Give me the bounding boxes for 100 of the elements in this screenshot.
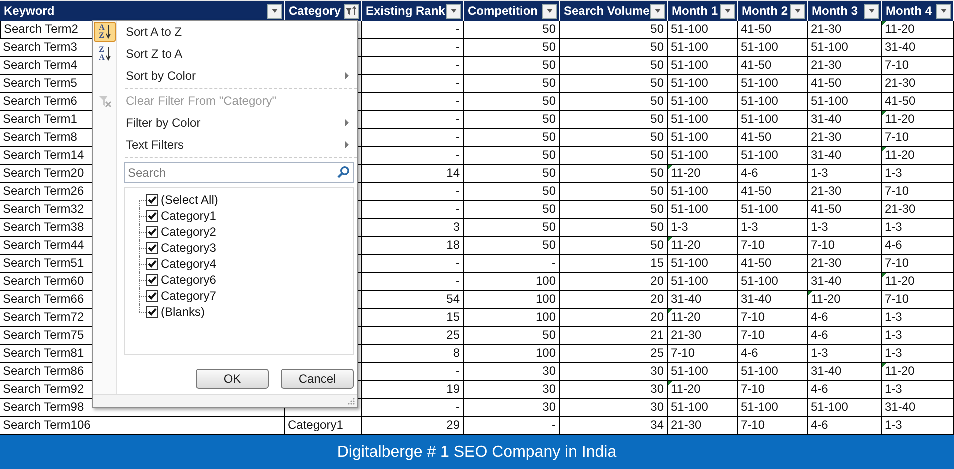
table-cell: 11-20 — [882, 21, 954, 39]
table-cell: 7-10 — [882, 291, 954, 309]
table-cell: 51-100 — [808, 39, 882, 57]
table-cell: - — [362, 39, 464, 57]
table-cell: 51-100 — [738, 39, 808, 57]
filter-dropdown-button[interactable] — [446, 4, 461, 18]
table-cell: 51-100 — [738, 75, 808, 93]
table-cell: 11-20 — [882, 363, 954, 381]
table-cell: 50 — [560, 201, 668, 219]
resize-grip-icon[interactable] — [348, 398, 355, 405]
dialog-button[interactable]: OK — [196, 369, 269, 389]
caret-icon — [546, 8, 554, 14]
table-cell: 1-3 — [808, 165, 882, 183]
table-cell: 7-10 — [738, 327, 808, 345]
table-cell: 20 — [560, 291, 668, 309]
table-cell: 50 — [464, 129, 560, 147]
table-cell: 21-30 — [668, 327, 738, 345]
table-cell: 7-10 — [738, 381, 808, 399]
table-cell: 50 — [560, 39, 668, 57]
table-cell: - — [362, 21, 464, 39]
filter-sort-icon[interactable] — [344, 4, 359, 18]
checkbox[interactable] — [146, 210, 158, 222]
filter-dropdown-button[interactable] — [650, 4, 665, 18]
checkbox[interactable] — [146, 290, 158, 302]
table-cell: 7-10 — [738, 309, 808, 327]
filter-dropdown-button[interactable] — [936, 4, 951, 18]
table-cell: 51-100 — [668, 129, 738, 147]
table-cell: 50 — [464, 39, 560, 57]
checkbox-label: Category2 — [161, 225, 216, 239]
caret-icon — [270, 8, 278, 14]
search-icon — [337, 166, 350, 179]
table-cell: 50 — [464, 147, 560, 165]
table-cell: 11-20 — [882, 111, 954, 129]
table-cell: 11-20 — [808, 291, 882, 309]
table-cell: 51-100 — [738, 111, 808, 129]
table-cell: 1-3 — [808, 219, 882, 237]
dialog-button[interactable]: Cancel — [281, 369, 354, 389]
table-cell: 100 — [464, 291, 560, 309]
checkbox[interactable] — [146, 258, 158, 270]
column-header-label: Month 2 — [742, 4, 788, 18]
filter-dropdown-button[interactable] — [790, 4, 805, 18]
table-cell: 21 — [560, 327, 668, 345]
table-cell: - — [362, 255, 464, 273]
column-header-label: Month 3 — [812, 4, 858, 18]
table-cell: 51-100 — [738, 399, 808, 417]
table-cell: 100 — [464, 345, 560, 363]
column-header-label: Keyword — [4, 4, 55, 18]
column-header-label: Month 1 — [672, 4, 718, 18]
checkbox[interactable] — [146, 274, 158, 286]
table-cell: 4-6 — [808, 381, 882, 399]
filter-dropdown-button[interactable] — [542, 4, 557, 18]
filter-dropdown-button[interactable] — [267, 4, 282, 18]
table-cell: 41-50 — [738, 255, 808, 273]
table-cell: 3 — [362, 219, 464, 237]
table-cell: 1-3 — [738, 219, 808, 237]
table-cell: - — [362, 57, 464, 75]
table-cell: 7-10 — [882, 255, 954, 273]
table-cell: 1-3 — [882, 345, 954, 363]
table-cell: 21-30 — [882, 201, 954, 219]
table-cell: 1-3 — [808, 345, 882, 363]
table-cell: 30 — [560, 363, 668, 381]
table-cell: 50 — [560, 237, 668, 255]
caret-icon — [654, 8, 662, 14]
table-cell: 4-6 — [738, 165, 808, 183]
table-cell: 11-20 — [882, 273, 954, 291]
search-field[interactable]: Search — [124, 162, 354, 183]
checkbox[interactable] — [146, 306, 158, 318]
filter-dropdown-button[interactable] — [864, 4, 879, 18]
column-header-label: Competition — [468, 4, 538, 18]
table-cell: 30 — [464, 381, 560, 399]
table-cell: - — [362, 111, 464, 129]
table-cell: 41-50 — [808, 75, 882, 93]
table-cell: 1-3 — [882, 219, 954, 237]
table-cell: 4-6 — [738, 345, 808, 363]
table-cell: 1-3 — [882, 165, 954, 183]
table-cell: 30 — [560, 399, 668, 417]
table-cell: 50 — [560, 147, 668, 165]
table-cell: 11-20 — [882, 147, 954, 165]
table-cell: 50 — [560, 129, 668, 147]
filter-dropdown-button[interactable] — [720, 4, 735, 18]
table-cell: 50 — [560, 219, 668, 237]
table-cell: 1-3 — [668, 219, 738, 237]
table-cell: 51-100 — [738, 147, 808, 165]
sort-icon: A Z — [94, 22, 116, 42]
table-cell: 21-30 — [808, 21, 882, 39]
column-header-label: Category — [289, 4, 342, 18]
table-cell: 19 — [362, 381, 464, 399]
column-header-label: Existing Rank — [366, 4, 446, 18]
table-cell: 7-10 — [668, 345, 738, 363]
table-cell: 51-100 — [668, 363, 738, 381]
table-cell: 31-40 — [808, 147, 882, 165]
table-cell: - — [362, 147, 464, 165]
table-cell: 51-100 — [668, 255, 738, 273]
table-cell: 50 — [560, 57, 668, 75]
checkbox[interactable] — [146, 226, 158, 238]
checkbox[interactable] — [146, 194, 158, 206]
table-cell: 15 — [560, 255, 668, 273]
table-cell: 50 — [464, 165, 560, 183]
checkbox[interactable] — [146, 242, 158, 254]
caret-icon — [868, 8, 876, 14]
